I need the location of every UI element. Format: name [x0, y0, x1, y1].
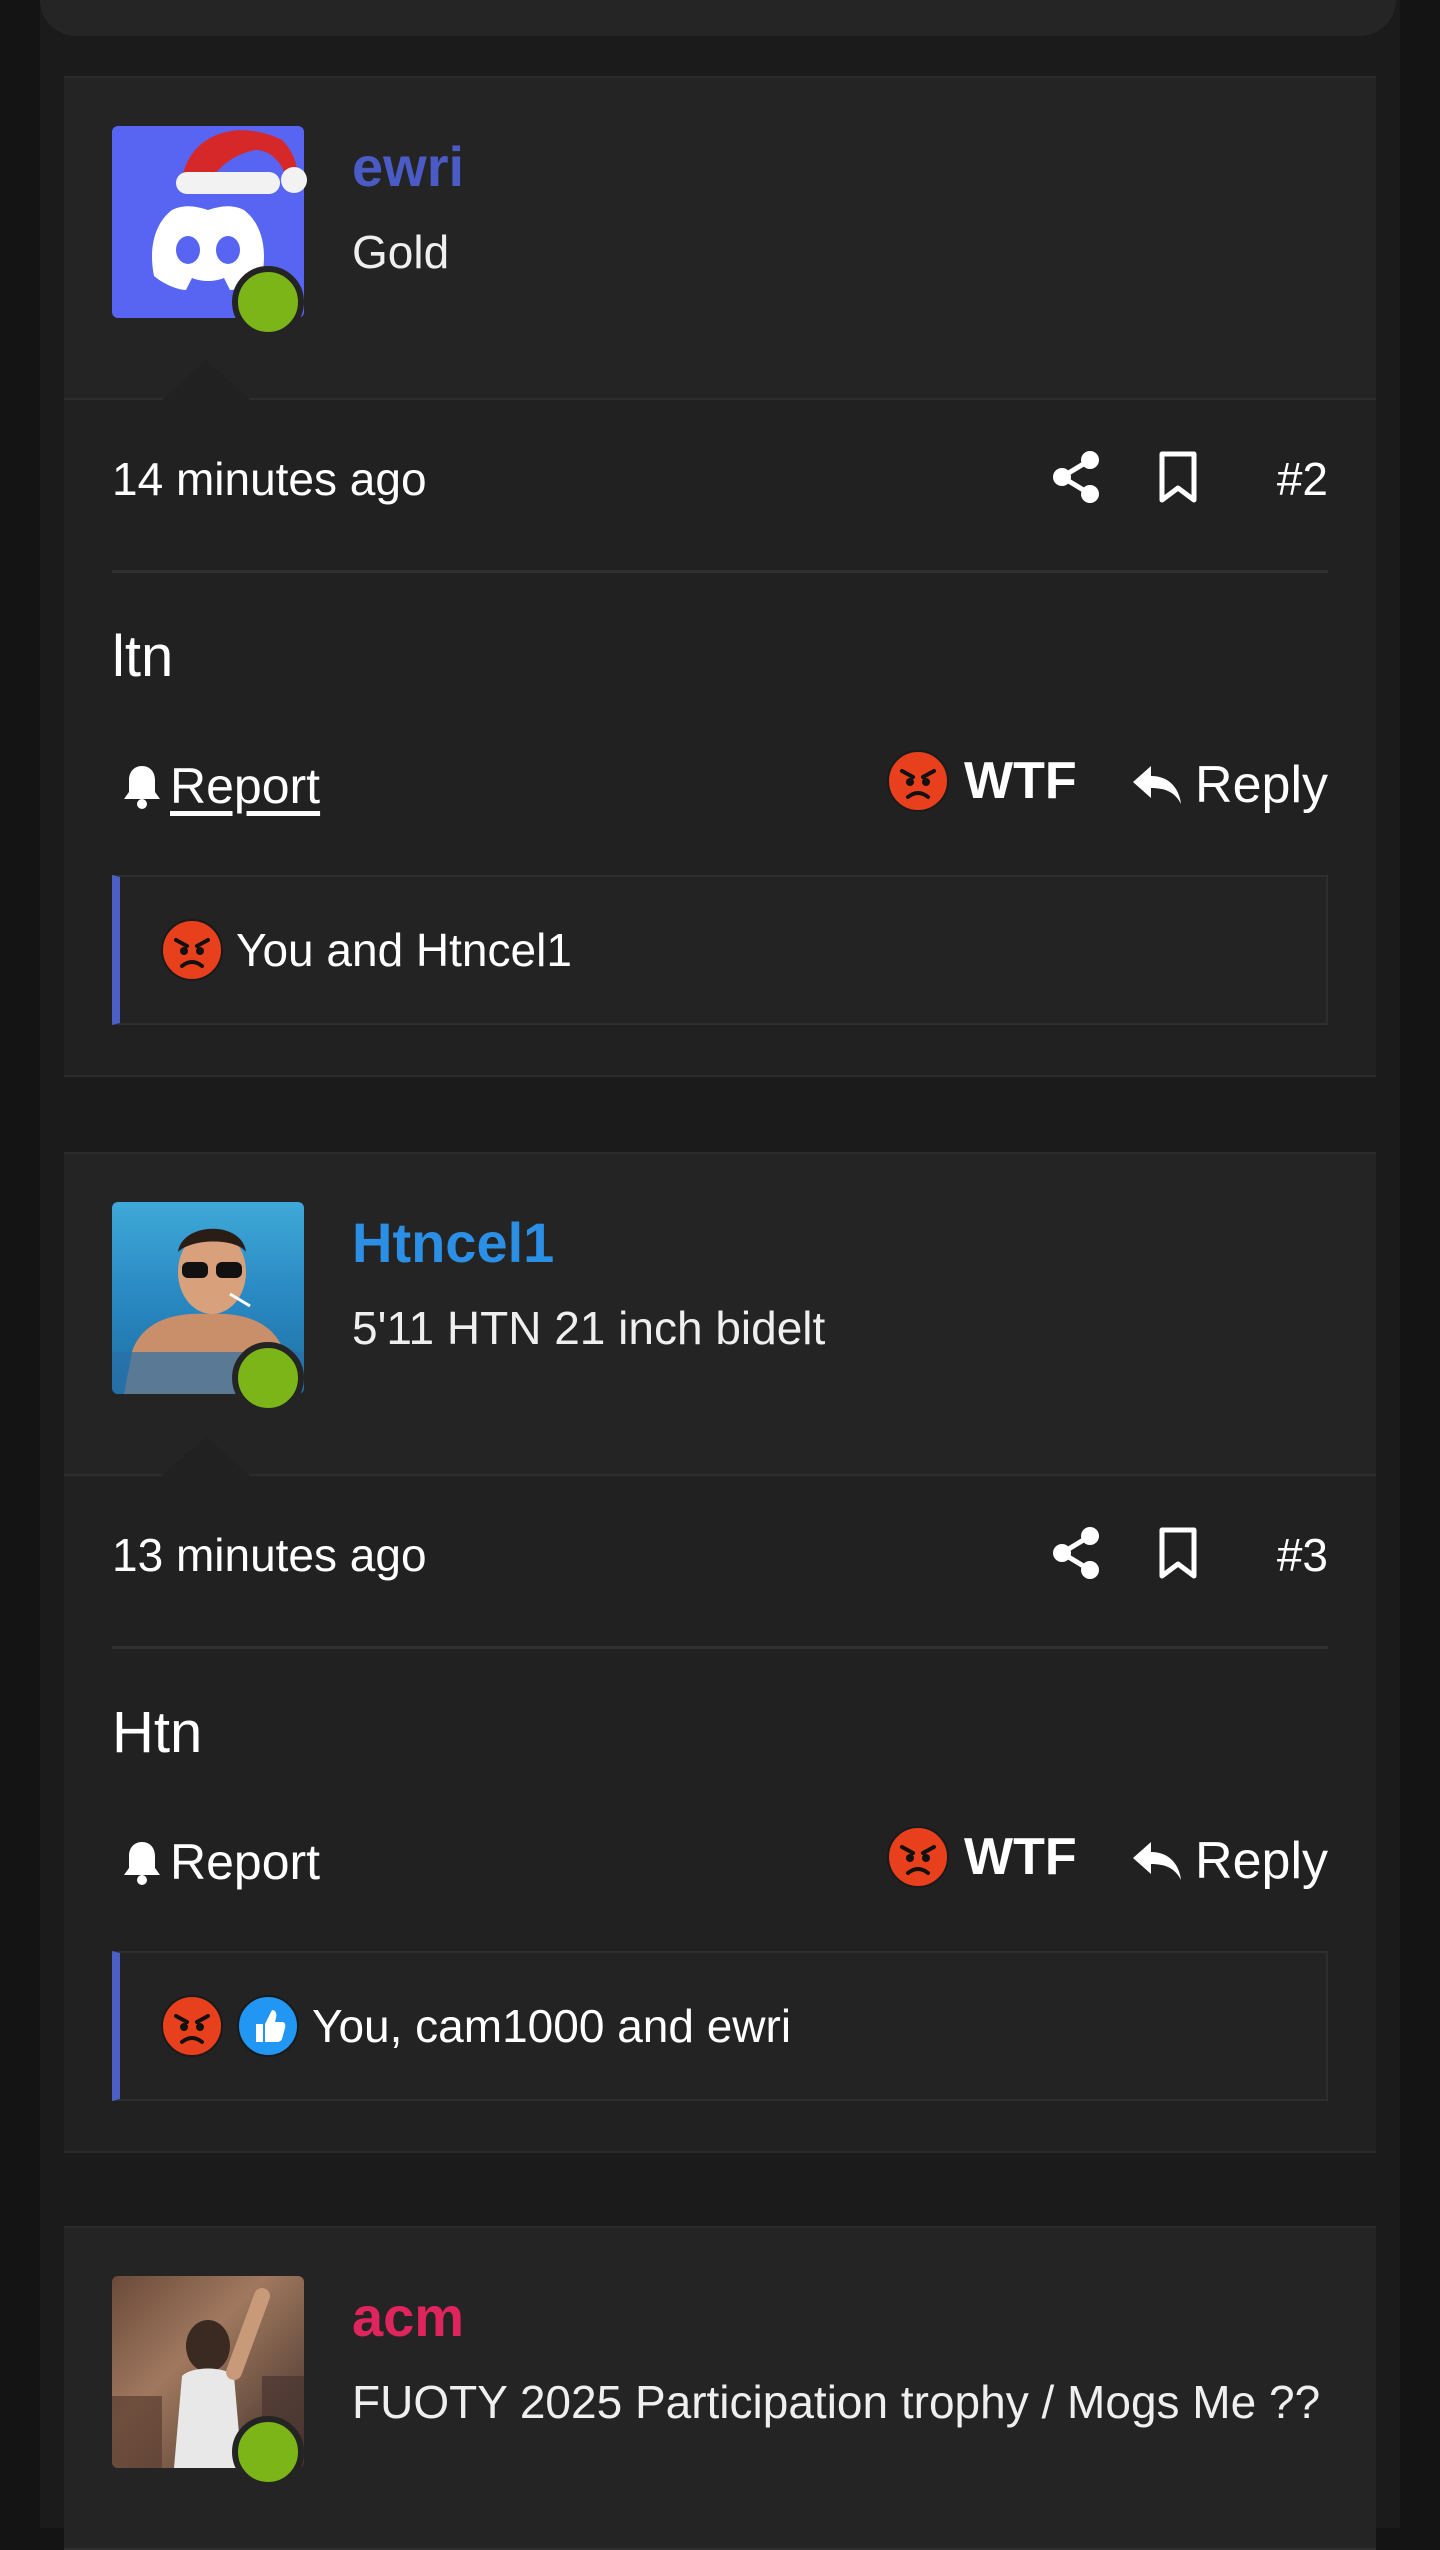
angry-face-icon — [887, 750, 949, 812]
reply-label: Reply — [1195, 756, 1328, 814]
reactions-text: You and Htncel1 — [236, 924, 572, 976]
post-timestamp[interactable]: 13 minutes ago — [112, 1528, 427, 1582]
share-icon[interactable] — [1052, 450, 1102, 504]
user-title: Gold — [352, 226, 450, 278]
user-block-pointer — [162, 1436, 250, 1476]
bookmark-icon[interactable] — [1158, 450, 1198, 506]
previous-card-edge — [40, 0, 1396, 36]
reply-label: Reply — [1195, 1832, 1328, 1890]
post-meta: 13 minutes ago #3 — [112, 1476, 1328, 1649]
post-text: ltn — [112, 624, 174, 689]
reply-button[interactable]: Reply — [1131, 755, 1328, 815]
post-meta: 14 minutes ago #2 — [112, 400, 1328, 573]
user-block: acm FUOTY 2025 Participation trophy / Mo… — [64, 2228, 1376, 2550]
post-actions: Report WTF Reply — [112, 717, 1328, 857]
post-body: ltn — [112, 573, 1328, 717]
bell-icon — [124, 766, 160, 809]
avatar[interactable] — [112, 2276, 304, 2488]
online-status-indicator — [232, 1342, 304, 1414]
reply-arrow-icon — [1133, 766, 1182, 804]
report-button[interactable]: Report — [120, 1833, 320, 1891]
reactions-summary[interactable]: You, cam1000 and ewri — [112, 1951, 1328, 2101]
user-block: ewri Gold — [64, 78, 1376, 400]
reaction-label: WTF — [964, 752, 1077, 810]
reactions-text: You, cam1000 and ewri — [312, 2000, 792, 2052]
report-label: Report — [170, 758, 321, 814]
angry-face-icon — [161, 1995, 223, 2057]
username[interactable]: acm — [352, 2284, 464, 2349]
post-actions: Report WTF Reply — [112, 1793, 1328, 1933]
online-status-indicator — [232, 266, 304, 338]
online-status-indicator — [232, 2416, 304, 2488]
reaction-label: WTF — [964, 1828, 1077, 1886]
username[interactable]: ewri — [352, 134, 464, 199]
post: Htncel1 5'11 HTN 21 inch bidelt 13 minut… — [64, 1152, 1376, 2153]
bell-icon — [124, 1842, 160, 1885]
reaction-button[interactable]: WTF — [886, 749, 1077, 813]
post-body: Htn — [112, 1649, 1328, 1793]
avatar[interactable] — [112, 126, 307, 338]
angry-face-icon — [887, 1826, 949, 1888]
share-icon[interactable] — [1052, 1526, 1102, 1580]
reaction-button[interactable]: WTF — [886, 1825, 1077, 1889]
user-block-pointer — [162, 360, 250, 400]
username[interactable]: Htncel1 — [352, 1210, 554, 1275]
user-title: 5'11 HTN 21 inch bidelt — [352, 1302, 826, 1354]
user-title: FUOTY 2025 Participation trophy / Mogs M… — [352, 2376, 1321, 2428]
avatar[interactable] — [112, 1202, 304, 1414]
post: ewri Gold 14 minutes ago #2 ltn Report W… — [64, 76, 1376, 1077]
post-number[interactable]: #3 — [1277, 1528, 1328, 1582]
post-timestamp[interactable]: 14 minutes ago — [112, 452, 427, 506]
angry-face-icon — [161, 919, 223, 981]
post-number[interactable]: #2 — [1277, 452, 1328, 506]
post-text: Htn — [112, 1700, 203, 1765]
reactions-summary[interactable]: You and Htncel1 — [112, 875, 1328, 1025]
report-label: Report — [170, 1834, 321, 1890]
post: acm FUOTY 2025 Participation trophy / Mo… — [64, 2226, 1376, 2550]
santa-hat-icon — [176, 130, 307, 194]
bookmark-icon[interactable] — [1158, 1526, 1198, 1582]
report-button[interactable]: Report — [120, 757, 320, 815]
reply-button[interactable]: Reply — [1131, 1831, 1328, 1891]
reply-arrow-icon — [1133, 1842, 1182, 1880]
thumbs-up-icon — [237, 1995, 299, 2057]
user-block: Htncel1 5'11 HTN 21 inch bidelt — [64, 1154, 1376, 1476]
